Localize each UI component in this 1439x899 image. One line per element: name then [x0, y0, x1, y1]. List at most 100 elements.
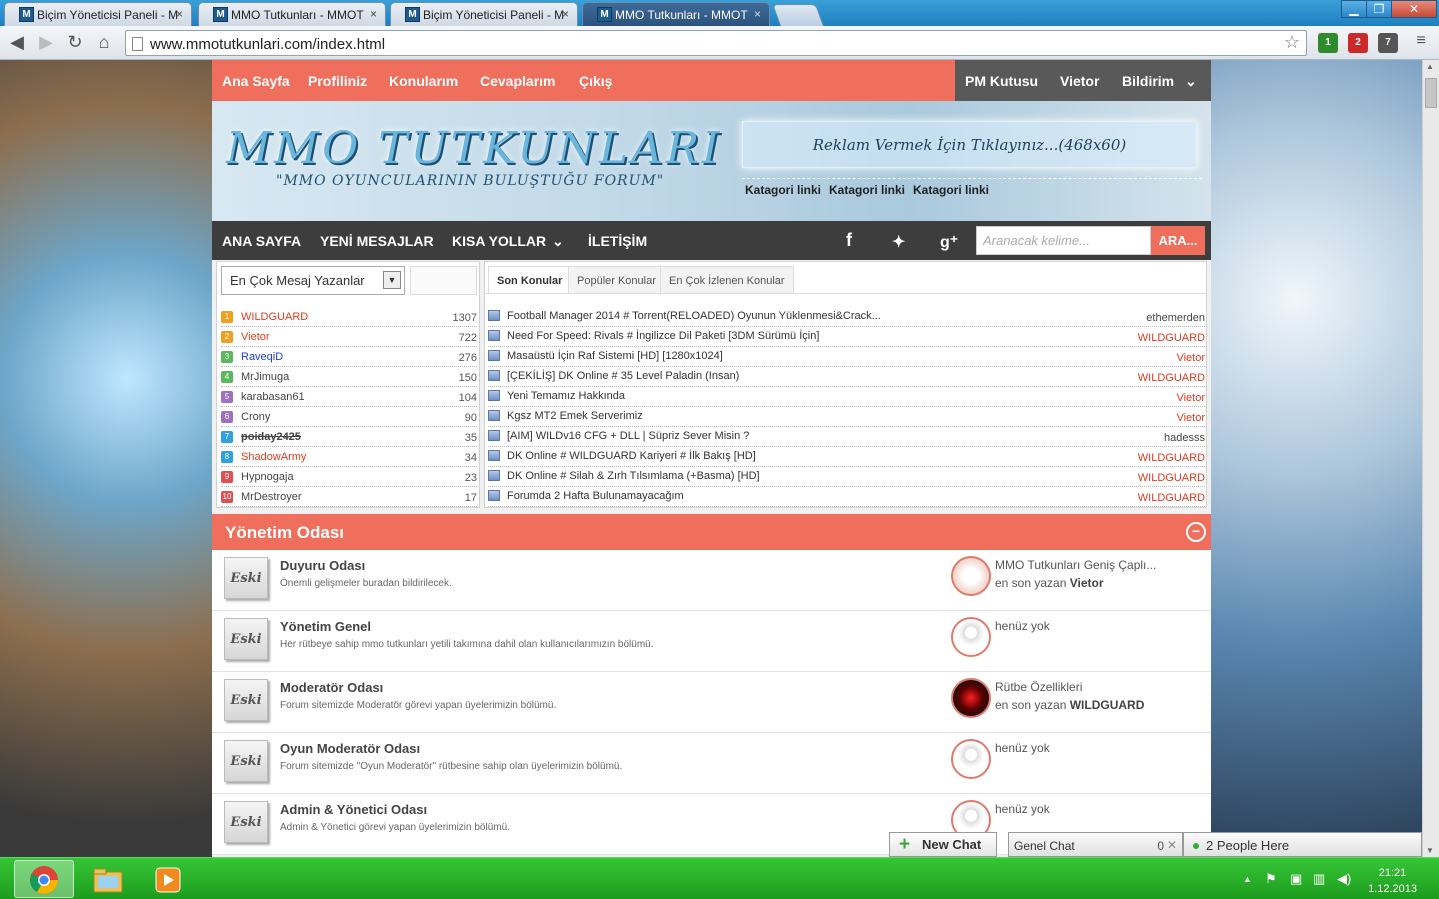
scrollbar-thumb[interactable]	[1425, 78, 1437, 108]
poster-name[interactable]: Vietor	[241, 331, 270, 343]
poster-name[interactable]: poiday2425	[241, 431, 301, 443]
forum-category-header[interactable]: Yönetim Odası −	[212, 514, 1211, 550]
avatar[interactable]	[951, 617, 991, 657]
topic-row[interactable]: Kgsz MT2 Emek Serverimiz Vietor	[488, 407, 1205, 427]
category-link[interactable]: Katagori linki	[913, 183, 989, 197]
close-icon[interactable]: ✕	[1167, 838, 1177, 852]
google-plus-icon[interactable]: g⁺	[940, 232, 958, 252]
extension-icon[interactable]: 2	[1348, 33, 1368, 53]
browser-tab[interactable]: M Biçim Yöneticisi Paneli - M ×	[4, 2, 192, 26]
browser-tab[interactable]: M MMO Tutkunları - MMOT ×	[198, 2, 386, 26]
extension-icon[interactable]: 1	[1318, 33, 1338, 53]
last-post-title[interactable]: henüz yok	[995, 619, 1050, 633]
ad-banner[interactable]: Reklam Vermek İçin Tıklayınız...(468x60)	[742, 121, 1197, 168]
menu-icon[interactable]: ≡	[1410, 32, 1432, 50]
topic-author[interactable]: WILDGUARD	[1138, 492, 1205, 504]
forum-row[interactable]: Eski Oyun Moderatör Odası Forum sitemizde …	[212, 733, 1211, 794]
poster-row[interactable]: 9 Hypnogaja 23	[221, 467, 477, 487]
last-post-author[interactable]: WILDGUARD	[1070, 698, 1145, 712]
bookmark-star-icon[interactable]: ☆	[1284, 32, 1300, 53]
poster-name[interactable]: karabasan61	[241, 391, 305, 403]
tab-most-viewed-topics[interactable]: En Çok İzlenen Konular	[660, 266, 794, 293]
last-post-title[interactable]: henüz yok	[995, 802, 1050, 816]
browser-tab[interactable]: M Biçim Yöneticisi Paneli - M ×	[390, 2, 578, 26]
topic-author[interactable]: WILDGUARD	[1138, 452, 1205, 464]
nav-new-posts[interactable]: YENİ MESAJLAR	[320, 233, 434, 249]
poster-row[interactable]: 1 WILDGUARD 1307	[221, 307, 477, 327]
topic-title[interactable]: DK Online # Silah & Zırh Tılsımlama (+Ba…	[507, 470, 760, 482]
collapse-icon[interactable]: −	[1186, 522, 1206, 542]
page-scrollbar[interactable]: ▲ ▼	[1422, 60, 1439, 857]
poster-row[interactable]: 7 poiday2425 35	[221, 427, 477, 447]
back-arrow-icon[interactable]: ◀	[6, 32, 28, 53]
site-logo[interactable]: MMO TUTKUNLARI	[226, 123, 722, 174]
flag-icon[interactable]: ⚑	[1265, 871, 1277, 887]
topic-row[interactable]: Football Manager 2014 # Torrent(RELOADED…	[488, 307, 1205, 327]
forum-row[interactable]: Eski Duyuru Odası Önemli gelişmeler burada…	[212, 550, 1211, 611]
category-link[interactable]: Katagori linki	[829, 183, 905, 197]
mail-extension-icon[interactable]: 7	[1378, 33, 1398, 53]
facebook-icon[interactable]: f	[846, 230, 852, 251]
close-tab-icon[interactable]: ×	[370, 7, 377, 21]
category-link[interactable]: Katagori linki	[745, 183, 821, 197]
search-input[interactable]: Aranacak kelime...	[976, 226, 1151, 255]
topic-author[interactable]: hadesss	[1164, 432, 1205, 444]
dropdown-arrow-icon[interactable]: ▼	[383, 271, 401, 289]
chrome-taskbar-button[interactable]	[14, 860, 74, 898]
new-tab-button[interactable]	[771, 4, 825, 26]
last-post-title[interactable]: MMO Tutkunları Geniş Çaplı...	[995, 558, 1156, 572]
last-post-title[interactable]: Rütbe Özellikleri	[995, 680, 1082, 694]
avatar[interactable]	[951, 739, 991, 779]
nav-pm-box[interactable]: PM Kutusu	[965, 73, 1038, 89]
nav-main-page[interactable]: ANA SAYFA	[222, 233, 301, 249]
nav-username[interactable]: Vietor	[1060, 73, 1099, 89]
nav-my-topics[interactable]: Konularım	[389, 73, 458, 89]
forum-title[interactable]: Duyuru Odası	[280, 558, 365, 573]
poster-name[interactable]: Crony	[241, 411, 270, 423]
forward-arrow-icon[interactable]: ▶	[35, 32, 57, 53]
tray-expand-icon[interactable]: ▲	[1243, 874, 1252, 884]
search-button[interactable]: ARA...	[1151, 226, 1205, 255]
poster-name[interactable]: MrDestroyer	[241, 491, 302, 503]
forum-row[interactable]: Eski Moderatör Odası Forum sitemizde Moder…	[212, 672, 1211, 733]
poster-name[interactable]: WILDGUARD	[241, 311, 308, 323]
topic-row[interactable]: DK Online # WILDGUARD Kariyeri # İlk Bak…	[488, 447, 1205, 467]
topic-row[interactable]: Yeni Temamız Hakkında Vietor	[488, 387, 1205, 407]
last-post-author[interactable]: Vietor	[1070, 576, 1104, 590]
close-tab-icon[interactable]: ×	[562, 7, 569, 21]
topic-row[interactable]: [ÇEKİLİŞ] DK Online # 35 Level Paladin (…	[488, 367, 1205, 387]
minimize-button[interactable]: ▁	[1341, 0, 1367, 18]
nav-contact[interactable]: İLETİŞİM	[588, 233, 647, 249]
twitter-icon[interactable]: ✦	[892, 232, 905, 252]
close-tab-icon[interactable]: ×	[176, 7, 183, 21]
new-chat-button[interactable]: + New Chat	[889, 832, 997, 857]
topic-author[interactable]: WILDGUARD	[1138, 372, 1205, 384]
topic-title[interactable]: Masaüstü İçin Raf Sistemi [HD] [1280x102…	[507, 350, 723, 362]
topic-title[interactable]: Football Manager 2014 # Torrent(RELOADED…	[507, 310, 881, 322]
top-posters-select[interactable]: En Çok Mesaj Yazanlar ▼	[221, 266, 405, 295]
topic-row[interactable]: [AIM] WILDv16 CFG + DLL | Süpriz Sever M…	[488, 427, 1205, 447]
chat-people-online[interactable]: 2 People Here	[1183, 832, 1422, 857]
tray-app-icon[interactable]: ▣	[1290, 871, 1302, 887]
topic-author[interactable]: WILDGUARD	[1138, 472, 1205, 484]
taskbar-clock[interactable]: 21:21 1.12.2013	[1368, 865, 1417, 897]
forum-title[interactable]: Admin & Yönetici Odası	[280, 802, 427, 817]
topic-title[interactable]: Forumda 2 Hafta Bulunamayacağım	[507, 490, 684, 502]
nav-my-replies[interactable]: Cevaplarım	[480, 73, 555, 89]
address-bar[interactable]: www.mmotutkunlari.com/index.html ☆	[125, 30, 1307, 56]
topic-row[interactable]: Forumda 2 Hafta Bulunamayacağım WILDGUARD	[488, 487, 1205, 507]
poster-name[interactable]: Hypnogaja	[241, 471, 294, 483]
topic-title[interactable]: DK Online # WILDGUARD Kariyeri # İlk Bak…	[507, 450, 756, 462]
chat-room-tab[interactable]: Genel Chat 0 ✕	[1008, 832, 1183, 857]
close-window-button[interactable]: ✕	[1391, 0, 1437, 18]
topic-author[interactable]: WILDGUARD	[1138, 332, 1205, 344]
forum-title[interactable]: Oyun Moderatör Odası	[280, 741, 420, 756]
nav-home[interactable]: Ana Sayfa	[222, 73, 290, 89]
topic-author[interactable]: Vietor	[1176, 392, 1205, 404]
forum-title[interactable]: Yönetim Genel	[280, 619, 371, 634]
poster-name[interactable]: ShadowArmy	[241, 451, 306, 463]
avatar[interactable]	[951, 678, 991, 718]
poster-row[interactable]: 10 MrDestroyer 17	[221, 487, 477, 507]
browser-tab-active[interactable]: M MMO Tutkunları - MMOT ×	[582, 2, 770, 26]
topic-row[interactable]: DK Online # Silah & Zırh Tılsımlama (+Ba…	[488, 467, 1205, 487]
